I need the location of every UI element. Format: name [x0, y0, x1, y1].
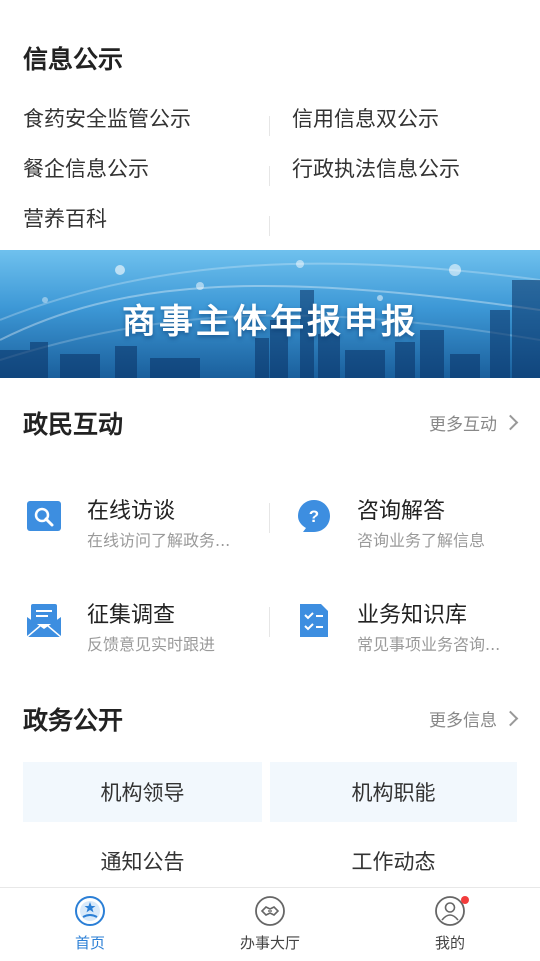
- mail-survey-icon: [26, 604, 62, 638]
- card-knowledge-base[interactable]: 业务知识库 常见事项业务咨询...: [295, 601, 535, 657]
- card-subtitle: 常见事项业务咨询...: [357, 635, 501, 654]
- info-link-restaurant[interactable]: 餐企信息公示: [23, 153, 149, 183]
- divider: [269, 116, 270, 136]
- card-subtitle: 反馈意见实时跟进: [87, 635, 216, 654]
- info-link-credit[interactable]: 信用信息双公示: [292, 103, 439, 133]
- card-survey[interactable]: 征集调查 反馈意见实时跟进: [25, 601, 265, 657]
- handshake-icon: [255, 896, 285, 926]
- divider: [269, 607, 270, 637]
- more-interaction-link[interactable]: 更多互动: [429, 410, 519, 435]
- chevron-right-icon: [502, 414, 519, 431]
- org-functions-button[interactable]: 机构职能: [270, 762, 517, 822]
- tab-label: 我的: [434, 934, 465, 952]
- card-title: 在线访谈: [87, 499, 176, 524]
- divider: [269, 503, 270, 533]
- checklist-icon: [300, 604, 328, 637]
- home-emblem-icon: [75, 896, 105, 926]
- notices-button[interactable]: 通知公告: [23, 830, 262, 892]
- search-chat-icon: [27, 501, 61, 531]
- info-link-food-safety[interactable]: 食药安全监管公示: [23, 103, 191, 133]
- question-bubble-icon: ?: [298, 500, 330, 532]
- card-online-interview[interactable]: 在线访谈 在线访问了解政务...: [25, 497, 265, 553]
- tab-label: 首页: [74, 934, 105, 952]
- card-title: 征集调查: [87, 603, 176, 628]
- more-info-link[interactable]: 更多信息: [429, 706, 519, 731]
- divider: [269, 216, 270, 236]
- card-consultation[interactable]: ? 咨询解答 咨询业务了解信息: [295, 497, 535, 553]
- info-link-enforcement[interactable]: 行政执法信息公示: [292, 153, 460, 183]
- bottom-tab-bar: 首页 办事大厅 我的: [0, 887, 540, 961]
- divider: [269, 166, 270, 186]
- card-title: 咨询解答: [357, 499, 446, 524]
- card-subtitle: 在线访问了解政务...: [87, 531, 231, 550]
- org-leaders-button[interactable]: 机构领导: [23, 762, 262, 822]
- more-interaction-label: 更多互动: [429, 415, 497, 435]
- tab-home[interactable]: 首页: [0, 888, 180, 961]
- notification-badge: [461, 896, 469, 904]
- tab-service-hall[interactable]: 办事大厅: [180, 888, 360, 961]
- interaction-section-title: 政民互动: [23, 410, 124, 439]
- svg-text:?: ?: [309, 507, 319, 526]
- annual-report-banner[interactable]: 商事主体年报申报: [0, 250, 540, 378]
- work-news-button[interactable]: 工作动态: [270, 830, 517, 892]
- chevron-right-icon: [502, 710, 519, 727]
- banner-title: 商事主体年报申报: [122, 302, 418, 342]
- more-info-label: 更多信息: [429, 711, 497, 731]
- tab-label: 办事大厅: [239, 934, 300, 952]
- info-section-title: 信息公示: [23, 45, 124, 74]
- card-title: 业务知识库: [357, 603, 468, 628]
- tab-mine[interactable]: 我的: [360, 888, 540, 961]
- card-subtitle: 咨询业务了解信息: [357, 531, 486, 550]
- gov-section-title: 政务公开: [23, 706, 124, 735]
- info-link-nutrition[interactable]: 营养百科: [23, 203, 107, 233]
